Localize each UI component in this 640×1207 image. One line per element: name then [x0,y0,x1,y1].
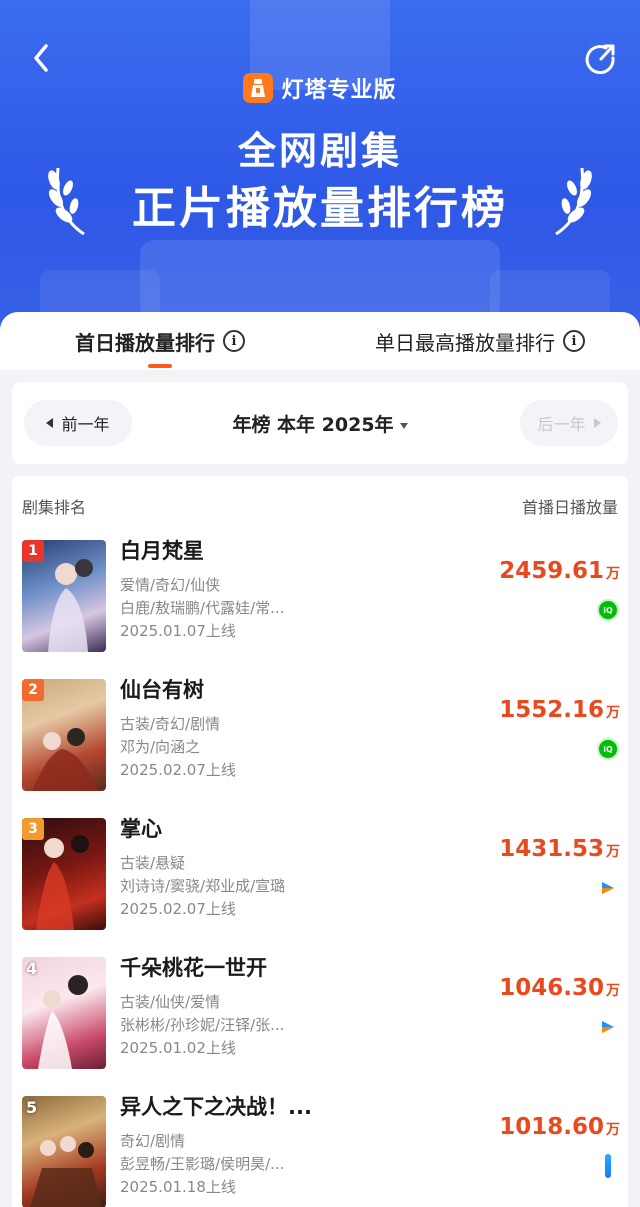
item-info: 异人之下之决战！... 奇幻/剧情 彭昱畅/王影璐/侯明昊/... 2025.0… [120,1092,450,1199]
youku-icon [602,882,614,894]
rank-badge: 1 [22,540,44,562]
year-selector: 前一年 年榜 本年 2025年 后一年 [12,382,628,464]
page-title-line2: 正片播放量排行榜 [132,183,508,234]
list-item[interactable]: 4 千朵桃花一世开 古装/仙侠/爱情 张彬彬/孙珍妮/汪铎/张... 2025.… [12,953,628,1092]
list-item[interactable]: 2 仙台有树 古装/奇幻/剧情 邓为/向涵之 2025.02.07上线 1552… [12,675,628,814]
first-day-views: 2459.61 万 [499,558,620,584]
drama-release-date: 2025.01.02上线 [120,1039,236,1057]
tab-single-day-peak[interactable]: 单日最高播放量排行 i [320,312,640,370]
column-value-label: 首播日播放量 [521,498,618,517]
iqiyi-icon: iQ [597,738,619,760]
poster-image: 5 [22,1096,106,1207]
next-year-label: 后一年 [537,415,586,434]
brand: 灯塔专业版 [0,72,640,104]
share-button[interactable] [584,42,618,76]
platform-youku-icon [596,1015,620,1039]
poster-image: 3 [22,818,106,930]
drama-cast: 邓为/向涵之 [120,738,201,756]
first-day-views: 1018.60 万 [499,1114,620,1140]
platform-iqiyi-icon: iQ [596,737,620,761]
list-item[interactable]: 3 掌心 古装/悬疑 刘诗诗/窦骁/郑业成/宣璐 2025.02.07上线 14… [12,814,628,953]
platform-youku-icon [596,1154,620,1178]
year-dropdown-label[interactable]: 年榜 本年 2025年 [232,414,393,436]
tab-label: 首日播放量排行 [75,330,215,355]
youku-icon [605,1154,611,1178]
list-item[interactable]: 1 白月梵星 爱情/奇幻/仙侠 白鹿/敖瑞鹏/代露娃/常... 2025.01.… [12,536,628,675]
caret-down-icon[interactable] [399,422,408,429]
item-info: 掌心 古装/悬疑 刘诗诗/窦骁/郑业成/宣璐 2025.02.07上线 [120,814,450,921]
iqiyi-icon: iQ [597,599,619,621]
share-icon [585,44,615,75]
drama-cast: 白鹿/敖瑞鹏/代露娃/常... [120,599,285,617]
ranking-tabs: 首日播放量排行 i 单日最高播放量排行 i [0,312,640,370]
platform-iqiyi-icon: iQ [596,598,620,622]
triangle-right-icon [593,418,601,428]
next-year-button[interactable]: 后一年 [520,400,618,446]
column-rank-label: 剧集排名 [22,498,87,517]
drama-release-date: 2025.02.07上线 [120,761,236,779]
item-info: 仙台有树 古装/奇幻/剧情 邓为/向涵之 2025.02.07上线 [120,675,450,782]
poster-image: 4 [22,957,106,1069]
rank-badge: 3 [22,818,44,840]
drama-genres: 古装/奇幻/剧情 [120,715,221,733]
drama-release-date: 2025.01.18上线 [120,1178,236,1196]
drama-release-date: 2025.01.07上线 [120,622,236,640]
drama-genres: 爱情/奇幻/仙侠 [120,576,221,594]
rank-number: 5 [26,1098,38,1117]
list-item[interactable]: 5 异人之下之决战！... 奇幻/剧情 彭昱畅/王影璐/侯明昊/... 2025… [12,1092,628,1207]
first-day-views: 1431.53 万 [499,836,620,862]
chevron-left-icon [34,44,48,72]
first-day-views: 1046.30 万 [499,975,620,1001]
hero-header: 灯塔专业版 全网剧集 正片播放量排行榜 [0,0,640,360]
drama-cast: 刘诗诗/窦骁/郑业成/宣璐 [120,877,286,895]
drama-cast: 张彬彬/孙珍妮/汪铎/张... [120,1016,285,1034]
info-icon[interactable]: i [563,330,585,352]
ranking-list: 剧集排名 首播日播放量 1 白月梵星 爱情/奇幻/仙侠 白鹿/敖瑞鹏/代露娃/常… [12,476,628,1207]
item-info: 千朵桃花一世开 古装/仙侠/爱情 张彬彬/孙珍妮/汪铎/张... 2025.01… [120,953,450,1060]
drama-genres: 古装/仙侠/爱情 [120,993,221,1011]
first-day-views: 1552.16 万 [499,697,620,723]
drama-cast: 彭昱畅/王影璐/侯明昊/... [120,1155,285,1173]
page-title-line1: 全网剧集 [237,129,402,173]
tab-label: 单日最高播放量排行 [375,330,555,355]
previous-year-label: 前一年 [61,415,110,434]
drama-title: 仙台有树 [120,678,204,702]
previous-year-button[interactable]: 前一年 [24,400,132,446]
drama-release-date: 2025.02.07上线 [120,900,236,918]
rank-number: 4 [26,959,38,978]
poster-image: 1 [22,540,106,652]
decor-podium [140,240,500,320]
active-tab-indicator [148,364,172,368]
youku-icon [602,1021,614,1033]
brand-logo-icon [243,73,274,103]
platform-youku-icon [596,876,620,900]
brand-name: 灯塔专业版 [281,78,397,103]
list-header: 剧集排名 首播日播放量 [12,476,628,536]
drama-title: 千朵桃花一世开 [120,956,267,980]
drama-title: 白月梵星 [120,539,204,563]
drama-genres: 奇幻/剧情 [120,1132,186,1150]
drama-title: 异人之下之决战！... [120,1095,312,1119]
drama-genres: 古装/悬疑 [120,854,186,872]
back-button[interactable] [26,40,58,76]
drama-title: 掌心 [120,817,162,841]
tab-first-day[interactable]: 首日播放量排行 i [0,312,320,370]
triangle-left-icon [46,418,54,428]
item-info: 白月梵星 爱情/奇幻/仙侠 白鹿/敖瑞鹏/代露娃/常... 2025.01.07… [120,536,450,643]
poster-image: 2 [22,679,106,791]
rank-badge: 2 [22,679,44,701]
info-icon[interactable]: i [223,330,245,352]
